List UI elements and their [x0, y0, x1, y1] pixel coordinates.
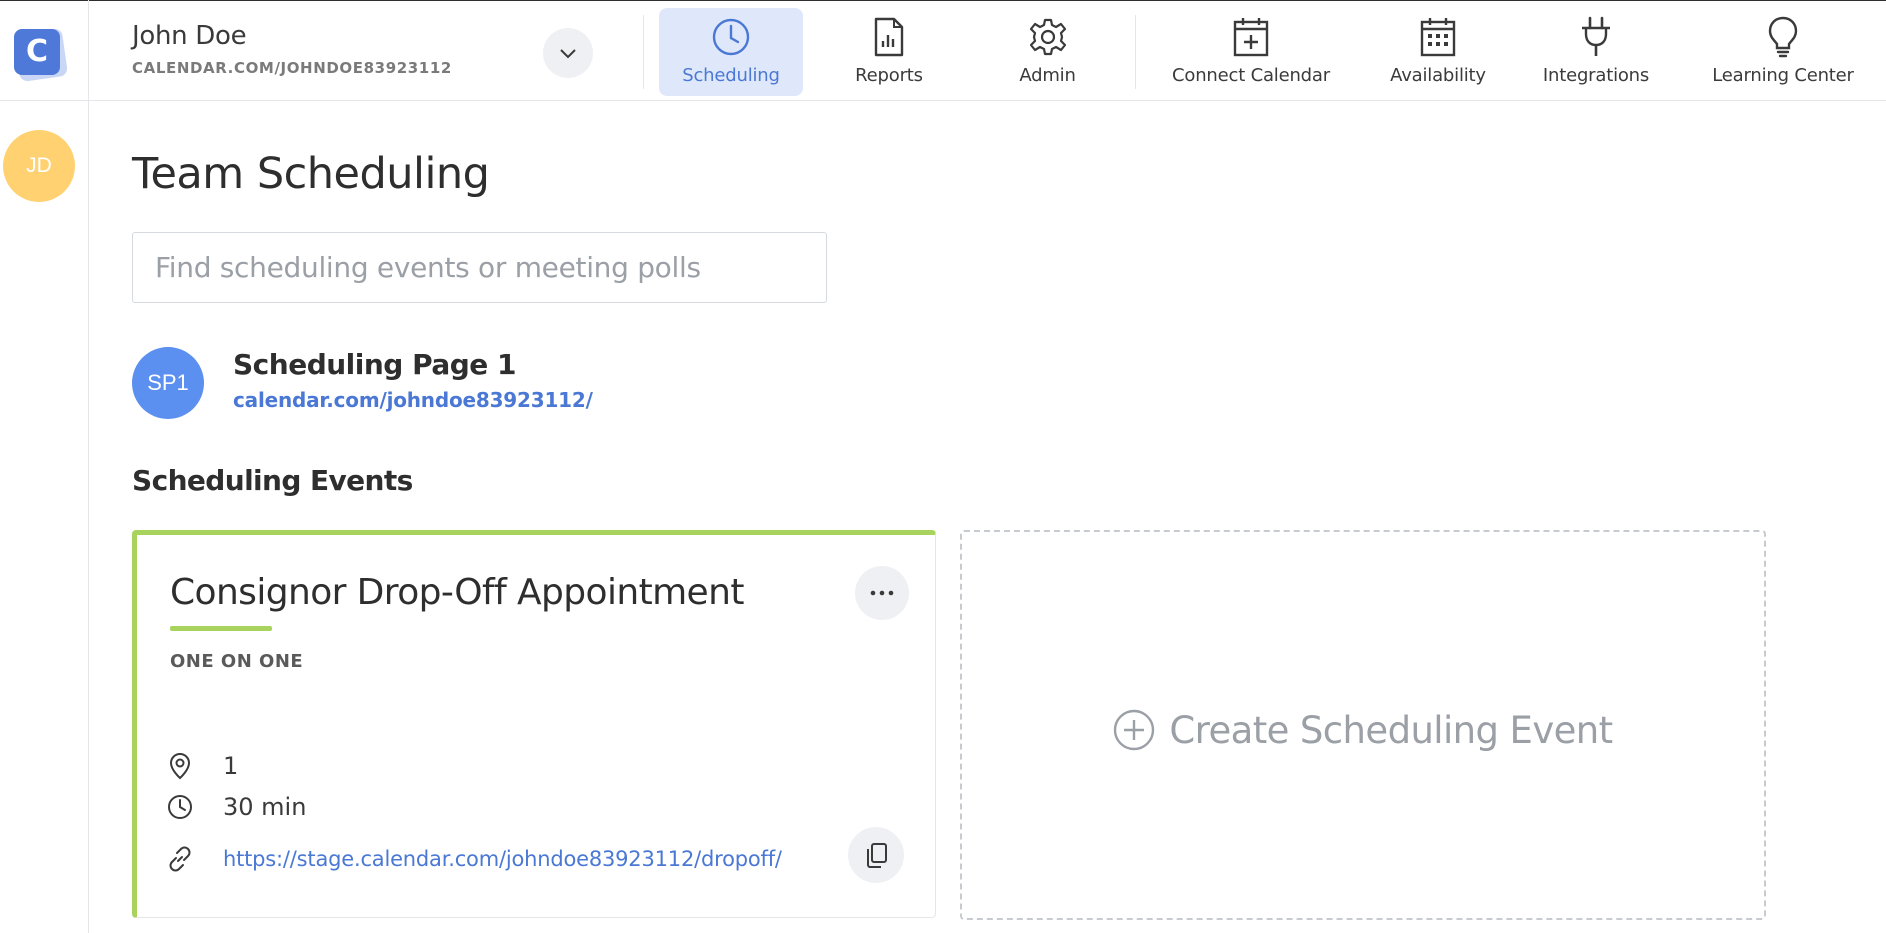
event-more-button[interactable]	[855, 566, 909, 620]
page-title: Team Scheduling	[132, 149, 490, 199]
user-name: John Doe	[132, 21, 247, 51]
nav-divider	[1135, 15, 1136, 89]
clock-icon	[712, 18, 750, 56]
chevron-down-icon	[560, 48, 576, 58]
nav-admin-label: Admin	[1019, 65, 1076, 86]
more-horizontal-icon	[870, 590, 894, 596]
event-link-row: https://stage.calendar.com/johndoe839231…	[166, 845, 782, 873]
event-location-row: 1	[166, 752, 238, 780]
scheduling-page-title: Scheduling Page 1	[233, 348, 517, 381]
nav-integrations-label: Integrations	[1542, 65, 1650, 86]
event-link[interactable]: https://stage.calendar.com/johndoe839231…	[223, 847, 782, 871]
nav-integrations[interactable]: Integrations	[1535, 8, 1657, 96]
event-duration-row: 30 min	[166, 793, 306, 821]
nav-connect-calendar[interactable]: Connect Calendar	[1160, 8, 1342, 96]
sidebar-divider	[88, 0, 89, 933]
user-avatar[interactable]: JD	[3, 130, 75, 202]
scheduling-page-avatar: SP1	[132, 347, 204, 419]
user-info: John Doe CALENDAR.COM/JOHNDOE83923112	[132, 21, 452, 77]
logo-mark: C	[14, 29, 60, 75]
event-title-underline	[170, 626, 272, 631]
create-event-button[interactable]: Create Scheduling Event	[960, 530, 1766, 920]
event-type: ONE ON ONE	[170, 651, 304, 672]
nav-learning-center-label: Learning Center	[1712, 65, 1854, 86]
nav-connect-calendar-label: Connect Calendar	[1172, 65, 1330, 86]
event-location: 1	[223, 752, 239, 780]
copy-icon	[867, 843, 887, 868]
gear-icon	[1029, 18, 1066, 56]
plug-icon	[1582, 16, 1610, 56]
nav-scheduling-label: Scheduling	[682, 65, 780, 86]
search-input[interactable]	[132, 232, 827, 303]
nav-learning-center[interactable]: Learning Center	[1703, 8, 1863, 96]
nav-availability-label: Availability	[1390, 65, 1486, 86]
nav-availability[interactable]: Availability	[1382, 8, 1494, 96]
clock-icon	[168, 795, 192, 819]
user-menu-button[interactable]	[543, 28, 593, 78]
user-url: CALENDAR.COM/JOHNDOE83923112	[132, 59, 452, 77]
location-pin-icon	[169, 752, 191, 780]
plus-circle-icon	[1114, 709, 1155, 751]
calendar-grid-icon	[1420, 18, 1456, 57]
scheduling-page-link[interactable]: calendar.com/johndoe83923112/	[233, 388, 593, 412]
section-heading: Scheduling Events	[132, 464, 413, 497]
nav-divider	[643, 15, 644, 89]
top-bar: C John Doe CALENDAR.COM/JOHNDOE83923112 …	[0, 0, 1886, 101]
create-event-content: Create Scheduling Event	[1113, 708, 1613, 752]
lightbulb-icon	[1768, 16, 1798, 58]
nav-reports-label: Reports	[855, 65, 923, 86]
link-icon	[169, 846, 191, 872]
nav-admin[interactable]: Admin	[990, 8, 1105, 96]
event-duration: 30 min	[223, 793, 307, 821]
app-logo[interactable]: C	[12, 27, 69, 83]
nav-scheduling[interactable]: Scheduling	[659, 8, 803, 96]
create-event-label: Create Scheduling Event	[1169, 708, 1613, 752]
event-card[interactable]: Consignor Drop-Off Appointment ONE ON ON…	[132, 530, 936, 918]
event-title: Consignor Drop-Off Appointment	[170, 572, 744, 613]
report-icon	[874, 17, 904, 57]
calendar-plus-icon	[1233, 18, 1269, 57]
nav-reports[interactable]: Reports	[830, 8, 948, 96]
copy-link-button[interactable]	[848, 827, 904, 883]
